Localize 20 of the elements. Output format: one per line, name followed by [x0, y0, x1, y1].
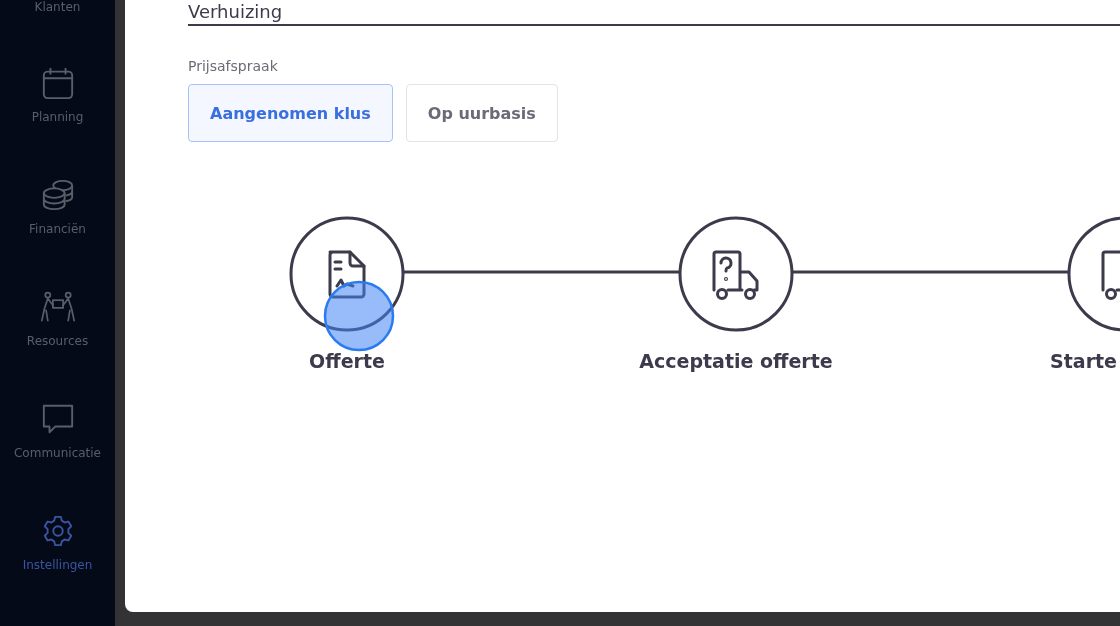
- sidebar-item[interactable]: Communicatie: [0, 402, 115, 514]
- pricing-option[interactable]: Aangenomen klus: [188, 84, 393, 142]
- document-icon: [328, 250, 366, 299]
- pricing-option[interactable]: Op uurbasis: [405, 84, 558, 142]
- truck-icon: [1101, 250, 1120, 300]
- calendar-icon: [40, 66, 75, 100]
- sidebar-item[interactable]: Instellingen: [0, 514, 115, 626]
- people-icon: [40, 290, 75, 324]
- step-label: Acceptatie offerte: [639, 350, 833, 372]
- step-label: Offerte: [309, 350, 385, 372]
- chat-icon: [40, 402, 75, 436]
- pricing-label: Prijsafspraak: [188, 58, 279, 74]
- sidebar-item[interactable]: Financiën: [0, 178, 115, 290]
- step-label: Starte: [1050, 350, 1117, 372]
- truck-icon: [712, 250, 759, 300]
- click-indicator: [323, 280, 395, 352]
- sidebar-item[interactable]: Klanten: [0, 0, 115, 14]
- sidebar-item[interactable]: Resources: [0, 290, 115, 402]
- coins-icon: [40, 178, 75, 212]
- sidebar-item[interactable]: Planning: [0, 66, 115, 178]
